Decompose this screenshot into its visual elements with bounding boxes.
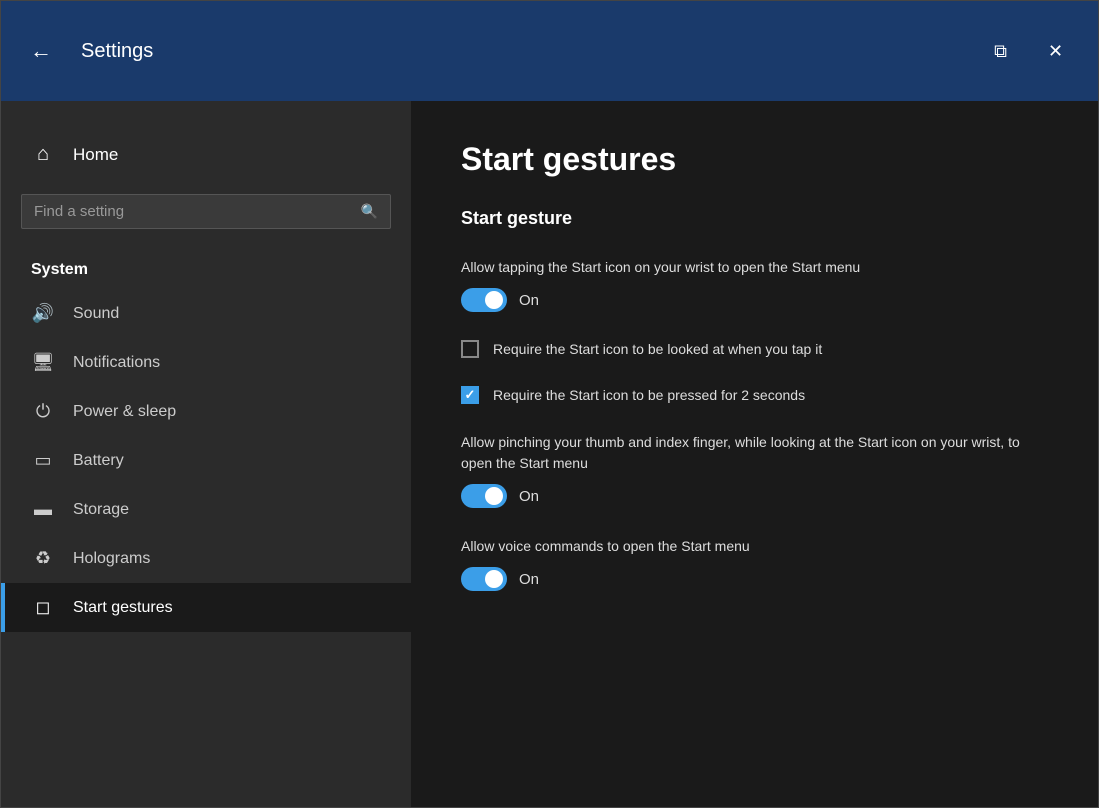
press-start-checkbox-row: Require the Start icon to be pressed for… [461,386,1048,404]
settings-window: ← Settings ⧉ ✕ ⌂ Home 🔍 System 🔊 Sound [0,0,1099,808]
look-start-checkbox-row: Require the Start icon to be looked at w… [461,340,1048,358]
search-box: 🔍 [21,194,391,229]
home-icon: ⌂ [31,143,55,166]
sidebar-item-start-gestures[interactable]: ◻ Start gestures [1,583,411,632]
title-bar-right: ⧉ ✕ [978,29,1078,74]
sidebar-item-home[interactable]: ⌂ Home [1,131,411,178]
sound-icon: 🔊 [31,303,55,324]
voice-start-toggle[interactable] [461,567,507,591]
right-content: Start gestures Start gesture Allow tappi… [411,101,1098,807]
storage-icon: ▬ [31,499,55,520]
sound-label: Sound [73,305,119,323]
sidebar-item-holograms[interactable]: ♻ Holograms [1,534,411,583]
sidebar: ⌂ Home 🔍 System 🔊 Sound 🖥 Notifications … [1,101,411,807]
setting-pinch-start: Allow pinching your thumb and index fing… [461,432,1048,508]
look-start-checkbox[interactable] [461,340,479,358]
page-title: Start gestures [461,141,1048,178]
pinch-start-desc: Allow pinching your thumb and index fing… [461,432,1021,474]
battery-icon: ▭ [31,450,55,471]
title-bar: ← Settings ⧉ ✕ [1,1,1098,101]
close-button[interactable]: ✕ [1033,29,1078,74]
pinch-start-toggle[interactable] [461,484,507,508]
start-gestures-label: Start gestures [73,599,173,617]
sidebar-item-storage[interactable]: ▬ Storage [1,485,411,534]
title-bar-left: ← Settings [21,31,978,71]
power-icon: ⏻ [31,401,55,422]
sidebar-item-battery[interactable]: ▭ Battery [1,436,411,485]
power-label: Power & sleep [73,403,176,421]
setting-voice-start: Allow voice commands to open the Start m… [461,536,1048,591]
setting-press-start: Require the Start icon to be pressed for… [461,386,1048,404]
restore-button[interactable]: ⧉ [978,29,1023,74]
holograms-icon: ♻ [31,548,55,569]
tap-start-toggle[interactable] [461,288,507,312]
main-content: ⌂ Home 🔍 System 🔊 Sound 🖥 Notifications … [1,101,1098,807]
search-input[interactable] [34,203,351,220]
tap-start-desc: Allow tapping the Start icon on your wri… [461,257,1021,278]
system-section-label: System [1,245,411,289]
voice-start-toggle-label: On [519,571,539,588]
notifications-label: Notifications [73,354,160,372]
setting-look-start: Require the Start icon to be looked at w… [461,340,1048,358]
sidebar-item-power[interactable]: ⏻ Power & sleep [1,387,411,436]
voice-start-toggle-row: On [461,567,1048,591]
storage-label: Storage [73,501,129,519]
voice-start-desc: Allow voice commands to open the Start m… [461,536,1021,557]
back-button[interactable]: ← [21,31,61,71]
sidebar-item-sound[interactable]: 🔊 Sound [1,289,411,338]
setting-tap-start: Allow tapping the Start icon on your wri… [461,257,1048,312]
search-icon: 🔍 [361,203,378,220]
press-start-label: Require the Start icon to be pressed for… [493,387,805,403]
window-title: Settings [81,40,153,63]
look-start-label: Require the Start icon to be looked at w… [493,341,822,357]
section-title: Start gesture [461,208,1048,229]
notifications-icon: 🖥 [31,352,55,373]
pinch-start-toggle-label: On [519,488,539,505]
home-label: Home [73,145,118,165]
tap-start-toggle-label: On [519,292,539,309]
battery-label: Battery [73,452,124,470]
tap-start-toggle-row: On [461,288,1048,312]
sidebar-item-notifications[interactable]: 🖥 Notifications [1,338,411,387]
start-gestures-icon: ◻ [31,597,55,618]
holograms-label: Holograms [73,550,150,568]
press-start-checkbox[interactable] [461,386,479,404]
pinch-start-toggle-row: On [461,484,1048,508]
